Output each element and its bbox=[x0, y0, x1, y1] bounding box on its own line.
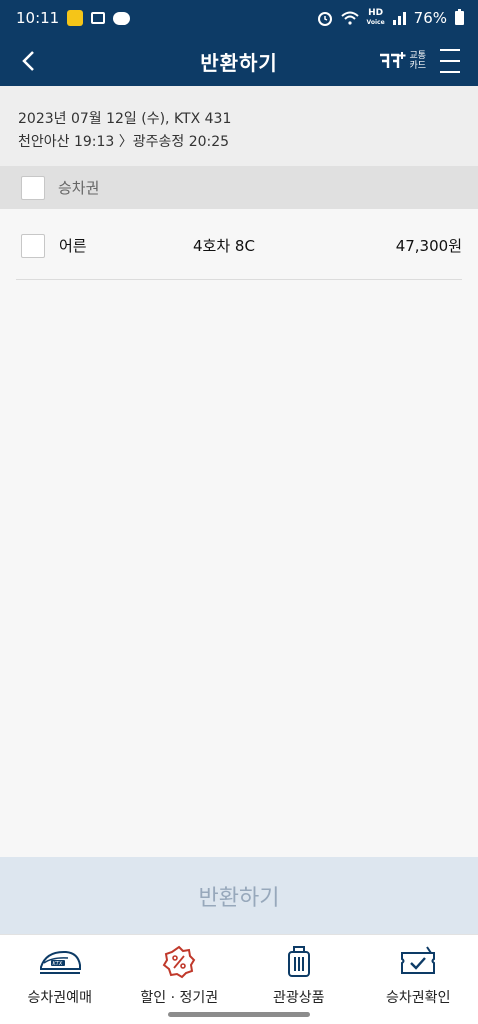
wifi-icon bbox=[340, 11, 359, 25]
back-button[interactable] bbox=[12, 45, 44, 77]
talk-icon bbox=[113, 11, 131, 25]
nav-ticket-booking[interactable]: KTX 승차권예매 bbox=[0, 935, 120, 1024]
ticket-checkbox[interactable] bbox=[21, 233, 45, 258]
ticket-check-icon bbox=[401, 946, 436, 974]
ktx-train-icon: KTX bbox=[39, 950, 81, 974]
nav-label: 관광상품 bbox=[272, 990, 325, 1006]
nav-discount-pass[interactable]: 할인 · 정기권 bbox=[120, 935, 240, 1024]
back-arrow-icon bbox=[22, 51, 34, 71]
ticket-price: 47,300원 bbox=[395, 237, 462, 255]
battery-level: 76% bbox=[413, 9, 447, 27]
select-all-label: 승차권 bbox=[58, 179, 100, 197]
status-right: HD Voice 76% bbox=[317, 9, 464, 27]
battery-icon bbox=[455, 9, 464, 25]
return-button[interactable]: 반환하기 bbox=[0, 857, 478, 934]
transit-card-label: 교통 카드 bbox=[409, 51, 426, 71]
status-left: 10:11 bbox=[16, 9, 131, 27]
bottom-nav: KTX 승차권예매 할인 · 정기권 관광상품 승차권확인 bbox=[0, 934, 478, 1024]
nav-tour-products[interactable]: 관광상품 bbox=[239, 935, 359, 1024]
gallery-icon bbox=[91, 12, 106, 24]
select-all-checkbox[interactable] bbox=[21, 175, 45, 200]
status-time: 10:11 bbox=[16, 9, 60, 27]
nav-label: 승차권확인 bbox=[386, 990, 451, 1006]
alarm-icon bbox=[317, 12, 332, 26]
page-title: 반환하기 bbox=[200, 50, 278, 75]
nav-label: 승차권예매 bbox=[27, 990, 92, 1006]
trip-date-train: 2023년 07월 12일 (수), KTX 431 bbox=[18, 111, 232, 127]
discount-gear-icon bbox=[162, 945, 196, 979]
home-indicator[interactable] bbox=[168, 1012, 310, 1017]
transit-card-button[interactable]: 교통 카드 bbox=[378, 46, 426, 76]
nav-ticket-check[interactable]: 승차권확인 bbox=[359, 935, 478, 1024]
svg-text:KTX: KTX bbox=[52, 961, 62, 967]
select-all-row: 승차권 bbox=[0, 166, 478, 209]
trip-info: 2023년 07월 12일 (수), KTX 431 천안아산 19:13 〉광… bbox=[0, 86, 478, 166]
trip-route-times: 천안아산 19:13 〉광주송정 20:25 bbox=[18, 134, 230, 150]
transit-card-icon bbox=[380, 52, 406, 68]
ticket-passenger-type: 어른 bbox=[59, 237, 87, 255]
luggage-icon bbox=[287, 946, 310, 977]
notification-app-icon bbox=[67, 10, 84, 26]
ticket-row[interactable]: 어른 4호차 8C 47,300원 bbox=[16, 212, 462, 280]
hamburger-menu-button[interactable] bbox=[440, 49, 464, 73]
hamburger-menu-icon bbox=[440, 49, 460, 51]
app-bar: 반환하기 교통 카드 bbox=[0, 36, 478, 86]
hd-voice-badge: HD Voice bbox=[366, 8, 385, 27]
nav-label: 할인 · 정기권 bbox=[140, 990, 219, 1006]
status-bar: 10:11 HD Voice 76% bbox=[0, 0, 478, 36]
signal-icon bbox=[392, 11, 406, 25]
ticket-seat: 4호차 8C bbox=[193, 237, 255, 255]
